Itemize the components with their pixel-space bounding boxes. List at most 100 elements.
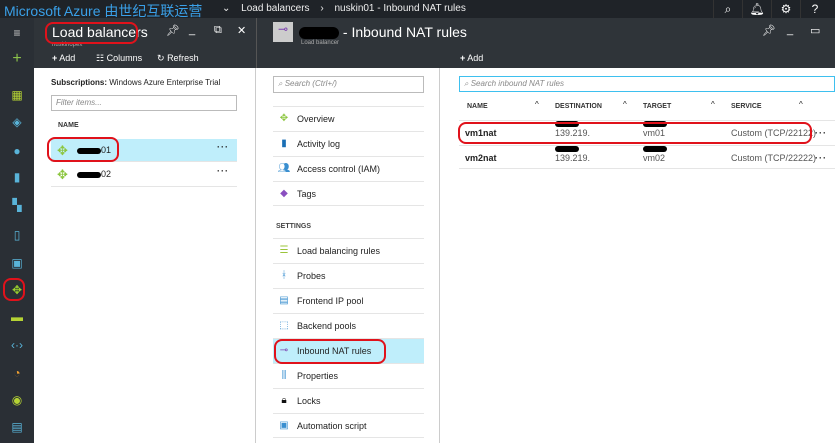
cloud-service-icon[interactable]: ▚ — [6, 196, 28, 214]
column-header-destination[interactable]: DESTINATION — [555, 103, 602, 110]
list-icon: ☰ — [279, 245, 289, 256]
menu-item-locks[interactable]: 🔒︎ Locks — [273, 388, 424, 413]
breadcrumb-load-balancers[interactable]: Load balancers — [241, 3, 309, 14]
virtual-machine-icon[interactable]: ▣ — [6, 254, 28, 272]
subscriptions-value[interactable]: Windows Azure Enterprise Trial — [109, 78, 220, 87]
rule-target: vm02 — [643, 153, 666, 163]
blade-title: Load balancers — [52, 24, 148, 40]
breadcrumb-current[interactable]: nuskin01 - Inbound NAT rules — [334, 3, 465, 14]
overview-icon: ✥ — [279, 113, 289, 124]
more-icon[interactable]: ··· — [815, 146, 827, 170]
billing-icon[interactable]: ◉ — [6, 391, 28, 409]
sort-icon[interactable]: ^ — [623, 100, 627, 109]
menu-item-properties[interactable]: ⫼ Properties — [273, 363, 424, 388]
sort-icon[interactable]: ^ — [799, 100, 803, 109]
nat-rules-blade-header: ⊸ - Inbound NAT rules Load balancer 📌︎ _… — [256, 18, 835, 68]
menu-label: Tags — [297, 189, 317, 199]
name-column-header[interactable]: NAME — [58, 122, 79, 129]
inbound-nat-icon: ⊸ — [279, 345, 289, 356]
list-item[interactable]: ✥ 01 ··· — [51, 139, 237, 162]
more-icon[interactable]: ··· — [217, 142, 229, 152]
add-label: Add — [59, 53, 76, 63]
more-icon[interactable]: ··· — [815, 121, 827, 145]
add-button[interactable]: + Add — [52, 53, 75, 63]
menu-item-frontend-ip-pool[interactable]: ▤ Frontend IP pool — [273, 288, 424, 313]
search-icon[interactable]: ⌕ — [713, 0, 742, 18]
item-name: 01 — [101, 145, 112, 155]
plus-icon[interactable]: + — [6, 50, 28, 68]
sort-icon[interactable]: ^ — [711, 100, 715, 109]
item-name: 02 — [101, 169, 112, 179]
menu-item-tags[interactable]: ◆ Tags — [273, 181, 424, 206]
add-label: Add — [467, 53, 484, 63]
menu-search-placeholder: Search (Ctrl+/) — [284, 79, 337, 88]
chevron-down-icon[interactable]: ⌄ — [222, 3, 230, 14]
menu-item-backend-pools[interactable]: ⬚ Backend pools — [273, 313, 424, 338]
automation-icon: ▣ — [279, 420, 289, 431]
tag-icon: ◆ — [280, 188, 288, 199]
monitor-icon[interactable]: ◔ — [6, 364, 28, 382]
minimize-icon[interactable]: _ — [189, 24, 195, 36]
storage-account-icon[interactable]: ▤ — [6, 418, 28, 436]
minimize-icon[interactable]: _ — [787, 24, 793, 36]
columns-button[interactable]: ☷ Columns — [96, 53, 142, 64]
menu-search-input[interactable]: ⌕ Search (Ctrl+/) — [273, 76, 424, 93]
menu-label: Activity log — [297, 139, 341, 149]
rules-search-placeholder: Search inbound NAT rules — [470, 79, 564, 88]
menu-item-overview[interactable]: ✥ Overview — [273, 106, 424, 131]
menu-item-access-control[interactable]: 👥︎ Access control (IAM) — [273, 156, 424, 181]
dashboard-icon[interactable]: ▦ — [6, 86, 28, 104]
menu-label: Frontend IP pool — [297, 296, 364, 306]
resource-group-icon[interactable]: ◈ — [6, 113, 28, 131]
menu-label: Inbound NAT rules — [297, 346, 372, 356]
hamburger-icon[interactable]: ≡ — [6, 24, 28, 42]
subscriptions-label: Subscriptions: — [51, 78, 108, 87]
menu-item-automation-script[interactable]: ▣ Automation script — [273, 413, 424, 438]
menu-label: Backend pools — [297, 321, 357, 331]
column-header-target[interactable]: TARGET — [643, 103, 671, 110]
load-balancers-blade-header: Load balancers nuskinopex 📌︎ _ ⧉ ✕ + Add… — [34, 18, 256, 68]
column-header-service[interactable]: SERVICE — [731, 103, 762, 110]
table-row[interactable]: vm1nat 139.219. vm01 Custom (TCP/22122) … — [459, 120, 835, 144]
backend-pool-icon: ⬚ — [279, 320, 289, 331]
menu-item-load-balancing-rules[interactable]: ☰ Load balancing rules — [273, 238, 424, 263]
rules-search-input[interactable]: ⌕ Search inbound NAT rules — [459, 76, 835, 92]
sort-icon[interactable]: ^ — [535, 100, 539, 109]
rule-service: Custom (TCP/22122) — [731, 128, 817, 138]
add-rule-button[interactable]: + Add — [460, 53, 483, 63]
table-row[interactable]: vm2nat 139.219. vm02 Custom (TCP/22222) … — [459, 145, 835, 169]
more-icon[interactable]: ··· — [217, 166, 229, 176]
pin-icon[interactable]: 📌︎ — [166, 24, 180, 37]
restore-icon[interactable]: ⧉ — [214, 24, 222, 37]
properties-icon: ⫼ — [281, 370, 287, 381]
subscription-icon[interactable]: ▬ — [6, 308, 28, 326]
column-header-name[interactable]: NAME — [467, 103, 488, 110]
storage-icon[interactable]: ▯ — [6, 226, 28, 244]
pin-icon[interactable]: 📌︎ — [762, 24, 776, 37]
menu-item-probes[interactable]: ᚼ Probes — [273, 263, 424, 288]
maximize-icon[interactable]: ▭ — [810, 24, 820, 37]
nat-rules-content: ⌕ Search inbound NAT rules NAME ^ DESTIN… — [441, 68, 835, 443]
web-app-icon[interactable]: ● — [6, 142, 28, 160]
close-icon[interactable]: ✕ — [237, 24, 246, 37]
top-bar: Microsoft Azure 由世纪互联运营 ⌄ Load balancers… — [0, 0, 835, 19]
help-icon[interactable]: ? — [800, 0, 829, 18]
menu-item-inbound-nat-rules[interactable]: ⊸ Inbound NAT rules — [273, 338, 424, 363]
frontend-ip-icon: ▤ — [279, 295, 289, 306]
refresh-button[interactable]: ↻ Refresh — [157, 53, 199, 64]
menu-item-activity-log[interactable]: ▮ Activity log — [273, 131, 424, 156]
blade-subtitle: Load balancer — [301, 40, 340, 46]
gear-icon[interactable]: ⚙ — [771, 0, 800, 18]
vnet-icon[interactable]: ‹·› — [6, 336, 28, 354]
inbound-nat-icon: ⊸ — [273, 22, 293, 42]
rule-service: Custom (TCP/22222) — [731, 153, 817, 163]
menu-label: Overview — [297, 114, 335, 124]
filter-input[interactable]: Filter items... — [51, 95, 237, 111]
columns-label: Columns — [106, 53, 143, 63]
bell-icon[interactable]: 🔔︎ — [742, 0, 771, 18]
load-balancer-icon[interactable]: ✥ — [6, 281, 28, 299]
list-item[interactable]: ✥ 02 ··· — [51, 164, 237, 187]
redacted — [77, 147, 101, 154]
menu-label: Access control (IAM) — [297, 164, 381, 174]
sql-icon[interactable]: ▮ — [6, 168, 28, 186]
